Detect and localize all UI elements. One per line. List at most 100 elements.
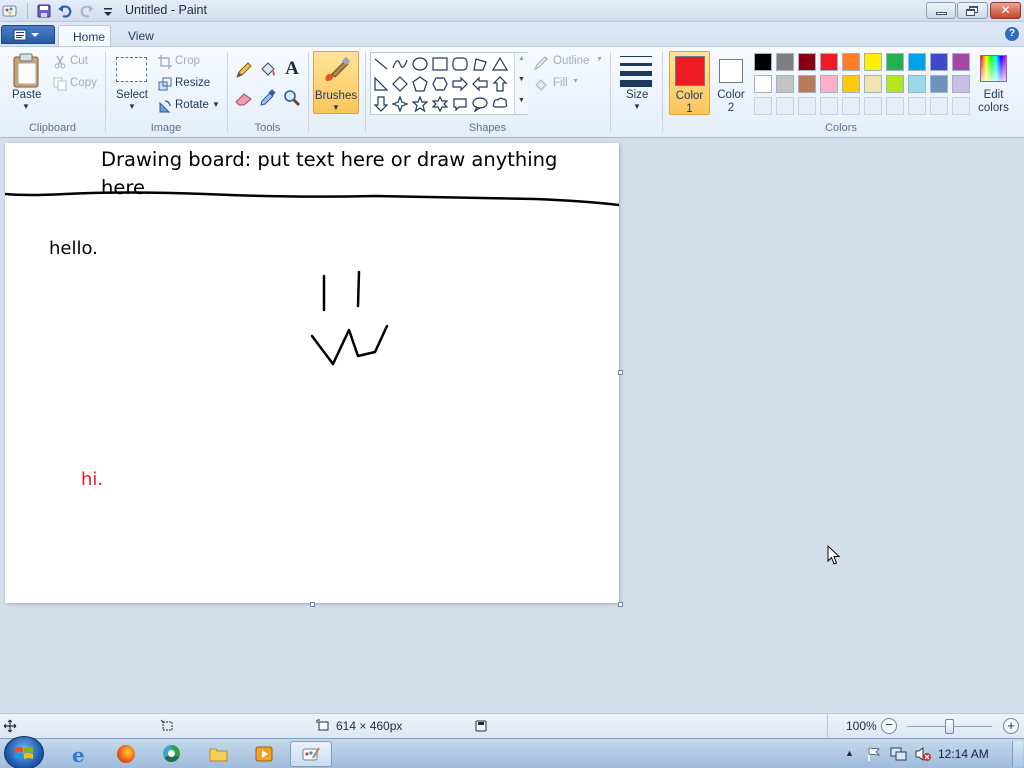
- palette-swatch[interactable]: [930, 75, 948, 93]
- paint-app-icon[interactable]: [2, 3, 18, 19]
- palette-swatch[interactable]: [952, 53, 970, 71]
- fill-dropdown-chevron-icon[interactable]: ▼: [572, 78, 579, 85]
- diamond-shape-icon[interactable]: [392, 76, 408, 92]
- palette-swatch[interactable]: [798, 75, 816, 93]
- scroll-up-icon[interactable]: ▲: [518, 55, 525, 62]
- palette-swatch[interactable]: [908, 75, 926, 93]
- custom-color-slot[interactable]: [908, 97, 926, 115]
- restore-button[interactable]: [957, 2, 988, 19]
- palette-swatch[interactable]: [842, 53, 860, 71]
- show-hidden-icons-icon[interactable]: ▲: [845, 748, 854, 758]
- outline-dropdown-chevron-icon[interactable]: ▼: [596, 56, 603, 63]
- palette-swatch[interactable]: [908, 53, 926, 71]
- select-dropdown-chevron-icon[interactable]: ▼: [128, 102, 136, 111]
- minimize-button[interactable]: [926, 2, 956, 19]
- taskbar-internet-explorer[interactable]: e: [62, 741, 100, 767]
- rounded-rectangle-shape-icon[interactable]: [452, 56, 468, 72]
- line-shape-icon[interactable]: [373, 56, 389, 72]
- custom-color-slot[interactable]: [842, 97, 860, 115]
- rotate-icon[interactable]: [158, 99, 172, 113]
- size-icon[interactable]: [619, 53, 654, 88]
- oval-shape-icon[interactable]: [412, 56, 428, 72]
- palette-swatch[interactable]: [820, 75, 838, 93]
- palette-swatch[interactable]: [930, 53, 948, 71]
- zoom-out-button[interactable]: −: [881, 718, 897, 734]
- up-arrow-shape-icon[interactable]: [492, 76, 508, 92]
- palette-swatch[interactable]: [754, 75, 772, 93]
- right-arrow-shape-icon[interactable]: [452, 76, 468, 92]
- polygon-shape-icon[interactable]: [472, 56, 488, 72]
- taskbar-file-explorer[interactable]: [199, 741, 237, 767]
- cut-icon[interactable]: [53, 55, 67, 69]
- close-button[interactable]: ✕: [990, 2, 1021, 19]
- oval-callout-shape-icon[interactable]: [472, 96, 488, 112]
- custom-color-slot[interactable]: [754, 97, 772, 115]
- custom-color-slot[interactable]: [820, 97, 838, 115]
- custom-color-slot[interactable]: [798, 97, 816, 115]
- canvas-workspace[interactable]: Drawing board: put text here or draw any…: [0, 138, 1024, 713]
- triangle-shape-icon[interactable]: [492, 56, 508, 72]
- fill-icon[interactable]: [533, 77, 549, 93]
- resize-button[interactable]: Resize: [175, 77, 210, 89]
- show-desktop-button[interactable]: [1012, 741, 1023, 767]
- rotate-dropdown-chevron-icon[interactable]: ▼: [212, 100, 220, 109]
- crop-icon[interactable]: [158, 55, 172, 69]
- taskbar-firefox[interactable]: [107, 741, 145, 767]
- custom-color-slot[interactable]: [886, 97, 904, 115]
- palette-swatch[interactable]: [952, 75, 970, 93]
- text-tool-icon[interactable]: A: [282, 58, 302, 80]
- outline-icon[interactable]: [533, 55, 549, 71]
- six-point-star-shape-icon[interactable]: [432, 96, 448, 112]
- shapes-gallery[interactable]: ▲ ▼ ▼: [370, 52, 528, 115]
- eraser-icon[interactable]: [234, 88, 254, 108]
- zoom-slider-thumb[interactable]: [945, 719, 954, 734]
- palette-swatch[interactable]: [864, 75, 882, 93]
- rectangle-shape-icon[interactable]: [432, 56, 448, 72]
- drawing-canvas[interactable]: Drawing board: put text here or draw any…: [5, 143, 619, 603]
- color-picker-icon[interactable]: [258, 88, 278, 108]
- taskbar-media-player[interactable]: [245, 741, 283, 767]
- tab-view[interactable]: View: [114, 25, 168, 47]
- rotate-button[interactable]: Rotate: [175, 99, 209, 111]
- canvas-resize-handle-corner[interactable]: [618, 602, 623, 607]
- custom-color-slot[interactable]: [864, 97, 882, 115]
- palette-swatch[interactable]: [776, 75, 794, 93]
- canvas-resize-handle-right[interactable]: [618, 370, 623, 375]
- volume-muted-icon[interactable]: [914, 746, 932, 762]
- left-arrow-shape-icon[interactable]: [472, 76, 488, 92]
- size-dropdown-chevron-icon[interactable]: ▼: [633, 102, 641, 111]
- pencil-icon[interactable]: [234, 60, 254, 80]
- network-icon[interactable]: [890, 746, 908, 762]
- hexagon-shape-icon[interactable]: [432, 76, 448, 92]
- resize-icon[interactable]: [158, 77, 172, 91]
- scroll-down-icon[interactable]: ▼: [518, 76, 525, 83]
- right-triangle-shape-icon[interactable]: [373, 76, 389, 92]
- curve-shape-icon[interactable]: [392, 56, 408, 72]
- crop-button[interactable]: Crop: [175, 55, 200, 67]
- zoom-in-button[interactable]: +: [1003, 718, 1019, 734]
- taskbar-paint[interactable]: [290, 741, 332, 767]
- taskbar-chrome-app[interactable]: [152, 741, 190, 767]
- start-button[interactable]: [4, 736, 44, 768]
- palette-swatch[interactable]: [776, 53, 794, 71]
- cloud-callout-shape-icon[interactable]: [492, 96, 508, 112]
- application-menu-button[interactable]: [1, 25, 55, 44]
- paste-icon[interactable]: [11, 53, 41, 89]
- palette-swatch[interactable]: [798, 53, 816, 71]
- undo-icon[interactable]: [57, 3, 73, 19]
- paste-dropdown-chevron-icon[interactable]: ▼: [22, 102, 30, 111]
- custom-color-slot[interactable]: [776, 97, 794, 115]
- select-icon[interactable]: [116, 57, 147, 82]
- palette-swatch[interactable]: [754, 53, 772, 71]
- four-point-star-shape-icon[interactable]: [392, 96, 408, 112]
- action-center-flag-icon[interactable]: [866, 746, 882, 762]
- pentagon-shape-icon[interactable]: [412, 76, 428, 92]
- customize-quick-access-icon[interactable]: [100, 3, 116, 19]
- copy-button[interactable]: Copy: [70, 77, 97, 89]
- gallery-expand-icon[interactable]: ▼: [518, 97, 525, 104]
- color2-button[interactable]: Color 2: [713, 51, 749, 115]
- palette-swatch[interactable]: [820, 53, 838, 71]
- custom-color-slot[interactable]: [930, 97, 948, 115]
- palette-swatch[interactable]: [864, 53, 882, 71]
- color1-button[interactable]: Color 1: [669, 51, 710, 115]
